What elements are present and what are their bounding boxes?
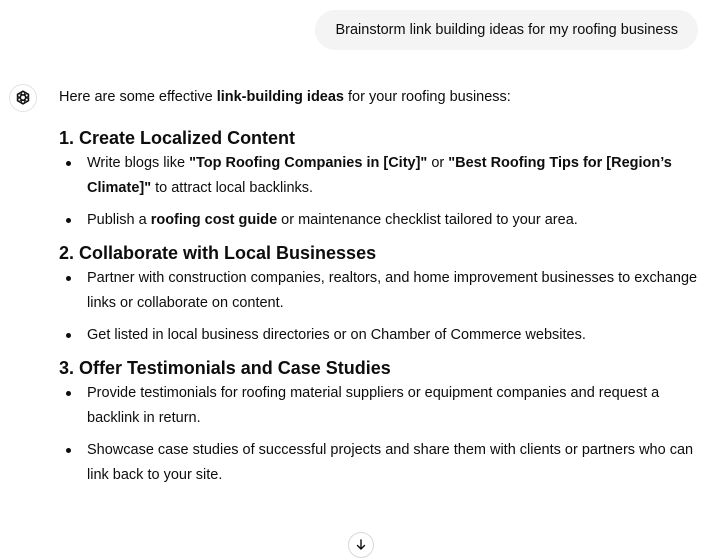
bullet-list-collaborate: Partner with construction companies, rea… — [59, 266, 699, 348]
user-message-text: Brainstorm link building ideas for my ro… — [335, 22, 678, 38]
section-title-localized-content: 1. Create Localized Content — [59, 128, 296, 148]
response-intro: Here are some effective link-building id… — [59, 89, 511, 105]
bullet-list-localized-content: Write blogs like "Top Roofing Companies … — [59, 151, 699, 233]
openai-logo-icon — [16, 90, 30, 105]
list-item: Publish a roofing cost guide or maintena… — [59, 208, 699, 233]
list-item: Provide testimonials for roofing materia… — [59, 381, 699, 431]
user-message-bubble: Brainstorm link building ideas for my ro… — [315, 10, 698, 50]
arrow-down-icon — [356, 539, 366, 550]
list-item: Partner with construction companies, rea… — [59, 266, 699, 316]
section-title-testimonials: 3. Offer Testimonials and Case Studies — [59, 358, 391, 378]
list-item: Showcase case studies of successful proj… — [59, 438, 699, 488]
bullet-list-testimonials: Provide testimonials for roofing materia… — [59, 381, 699, 488]
assistant-avatar — [9, 84, 37, 112]
section-title-collaborate: 2. Collaborate with Local Businesses — [59, 243, 377, 263]
assistant-response: Here are some effective link-building id… — [59, 86, 699, 488]
list-item: Write blogs like "Top Roofing Companies … — [59, 151, 699, 201]
scroll-to-bottom-button[interactable] — [348, 532, 374, 558]
list-item: Get listed in local business directories… — [59, 323, 699, 348]
